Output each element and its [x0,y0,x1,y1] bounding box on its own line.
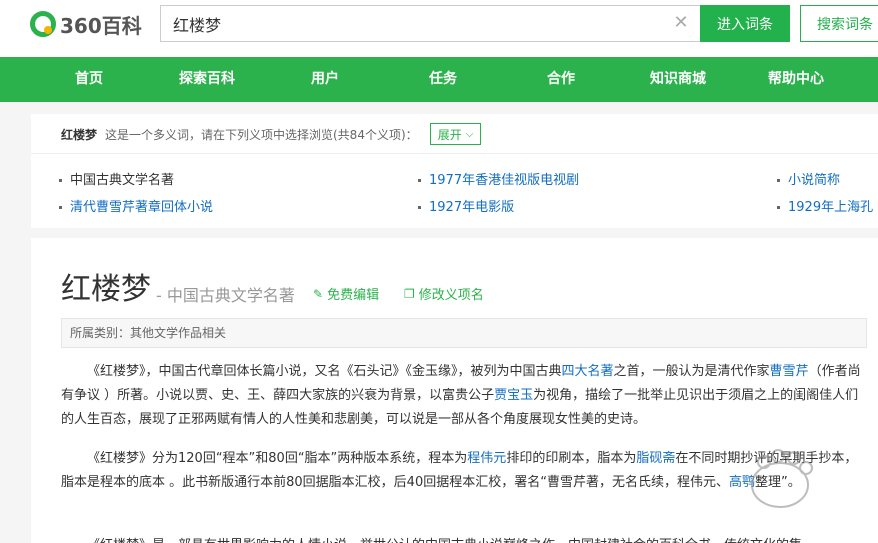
nav-explore[interactable]: 探索百科 [179,57,235,102]
free-edit-label: 免费编辑 [327,288,380,303]
modify-sense-label: 修改义项名 [418,288,484,303]
expand-label: 展开 [437,127,462,142]
sense-item[interactable]: 小说简称 [777,169,840,188]
search-box: ✕ [160,5,700,42]
link-jia-baoyu[interactable]: 贾宝玉 [494,388,533,403]
bullet-icon [418,179,421,182]
sense-label: 1927年电影版 [429,200,515,215]
bullet-icon [777,179,780,182]
nav-user[interactable]: 用户 [311,57,339,102]
bullet-icon [59,206,62,209]
text-span: 《红楼梦》，中国古代章回体长篇小说，又名《石头记》《金玉缘》，被列为中国古典 [87,364,562,379]
nav-home[interactable]: 首页 [75,57,103,102]
bullet-icon [418,206,421,209]
site-logo[interactable]: 360百科 [30,10,142,38]
free-edit-link[interactable]: ✎ 免费编辑 [313,284,380,304]
text-span: 排印的印刷本，脂本为 [506,451,637,466]
sense-item[interactable]: 1977年香港佳视版电视剧 [418,169,579,188]
text-span: 之首，一般认为是清代作家 [613,364,770,379]
sense-item[interactable]: 1929年上海孔 [777,196,873,215]
main-nav: 首页 探索百科 用户 任务 合作 知识商城 帮助中心 [0,57,878,102]
search-input[interactable] [161,6,661,41]
top-bar: 360百科 ✕ 进入词条 搜索词条 [0,0,878,57]
article-body: 红楼梦 - 中国古典文学名著 ✎ 免费编辑 ❐ 修改义项名 所属类别：其他文学作… [31,238,878,543]
sense-item[interactable]: 清代曹雪芹著章回体小说 [59,196,213,215]
link-cao-xueqin[interactable]: 曹雪芹 [770,364,809,379]
sense-item-current: 中国古典文学名著 [59,169,174,188]
text-span: 整理”。 [754,475,801,490]
search-entry-button[interactable]: 搜索词条 [800,5,878,42]
text-span: 《红楼梦》分为120回“程本”和80回“脂本”两种版本系统，程本为 [87,451,468,466]
nav-tasks[interactable]: 任务 [429,57,457,102]
category-bar: 所属类别：其他文学作品相关 [61,318,867,348]
disambiguation-term: 红楼梦 [61,128,98,142]
nav-cooperation[interactable]: 合作 [547,57,575,102]
sense-label: 1977年香港佳视版电视剧 [429,173,580,188]
sense-label: 小说简称 [788,173,841,188]
expand-button[interactable]: 展开 ⌵ [430,123,481,145]
nav-help-center[interactable]: 帮助中心 [768,57,824,102]
sense-item[interactable]: 1927年电影版 [418,196,514,215]
disambiguation-header: 红楼梦 这是一个多义词，请在下列义项中选择浏览(共84个义项)： 展开 ⌵ [31,114,878,154]
disambiguation-panel: 红楼梦 这是一个多义词，请在下列义项中选择浏览(共84个义项)： 展开 ⌵ 中国… [31,114,878,228]
logo-icon [30,11,56,37]
influence-paragraph: 《红楼梦》是一部具有世界影响力的人情小说，举世公认的中国古典小说巅峰之作，中国封… [61,534,861,543]
link-gao-e[interactable]: 高鹗 [729,475,755,490]
sense-label: 中国古典文学名著 [70,173,175,188]
disambiguation-description: 这是一个多义词，请在下列义项中选择浏览(共84个义项)： [105,128,418,142]
chevron-down-icon: ⌵ [465,128,474,140]
page-title: 红楼梦 [61,272,151,307]
bullet-icon [59,179,62,182]
pencil-icon: ✎ [313,286,324,301]
nav-knowledge-mall[interactable]: 知识商城 [650,57,706,102]
bullet-icon [777,206,780,209]
logo-text: 360百科 [60,13,142,38]
versions-paragraph: 《红楼梦》分为120回“程本”和80回“脂本”两种版本系统，程本为程伟元排印的印… [61,447,861,495]
page-subtitle: - 中国古典文学名著 [156,286,295,305]
link-zhiyanzhai[interactable]: 脂砚斋 [636,451,675,466]
link-cheng-weiyuan[interactable]: 程伟元 [467,451,506,466]
sense-label: 清代曹雪芹著章回体小说 [70,200,214,215]
modify-sense-link[interactable]: ❐ 修改义项名 [404,284,484,304]
summary-paragraph: 《红楼梦》，中国古代章回体长篇小说，又名《石头记》《金玉缘》，被列为中国古典四大… [61,360,861,432]
enter-entry-button[interactable]: 进入词条 [700,5,790,42]
sense-label: 1929年上海孔 [788,200,874,215]
copy-icon: ❐ [404,286,415,301]
clear-icon[interactable]: ✕ [672,14,690,32]
link-four-classics[interactable]: 四大名著 [562,364,614,379]
